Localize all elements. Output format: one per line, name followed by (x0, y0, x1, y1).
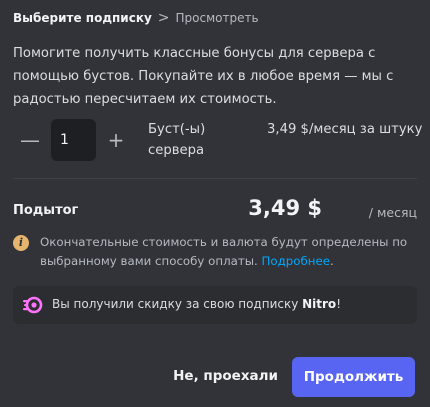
info-icon: i (13, 235, 29, 251)
continue-button[interactable]: Продолжить (292, 357, 415, 397)
subtotal-row: Подытог 3,49 $ / месяц (13, 196, 417, 226)
cancel-button[interactable]: Не, проехали (173, 368, 278, 384)
increment-button[interactable]: + (101, 125, 131, 155)
info-text: Окончательные стоимость и валюта будут о… (40, 233, 415, 271)
decrement-button[interactable]: — (15, 125, 45, 155)
nitro-icon (23, 296, 43, 314)
divider (13, 178, 417, 179)
chevron-right-icon: > (157, 10, 170, 26)
unit-price: 3,49 $/месяц за штуку (267, 122, 423, 137)
quantity-label: Буст(-ы) сервера (148, 122, 206, 158)
description: Помогите получить классные бонусы для се… (13, 46, 394, 107)
nitro-brand: Nitro (302, 297, 337, 311)
breadcrumb-next: Просмотреть (175, 11, 259, 25)
subtotal-period: / месяц (368, 205, 417, 220)
subtotal-label: Подытог (13, 203, 79, 218)
modal-footer: Не, проехали Продолжить (0, 357, 430, 397)
subtotal-amount: 3,49 $ (248, 196, 322, 220)
info-period: . (330, 254, 334, 268)
quantity-input[interactable] (51, 119, 96, 161)
nitro-discount-banner: Вы получили скидку за свою подписку Nitr… (13, 286, 417, 324)
breadcrumb-current: Выберите подписку (13, 11, 152, 25)
breadcrumb: Выберите подписку > Просмотреть (13, 10, 259, 26)
nitro-message: Вы получили скидку за свою подписку (52, 297, 303, 311)
nitro-text: Вы получили скидку за свою подписку Nitr… (52, 297, 341, 311)
nitro-exclamation: ! (336, 297, 341, 311)
info-message: Окончательные стоимость и валюта будут о… (40, 235, 408, 268)
learn-more-link[interactable]: Подробнее (262, 254, 330, 268)
quantity-stepper: — + Буст(-ы) сервера 3,49 $/месяц за шту… (13, 119, 422, 161)
